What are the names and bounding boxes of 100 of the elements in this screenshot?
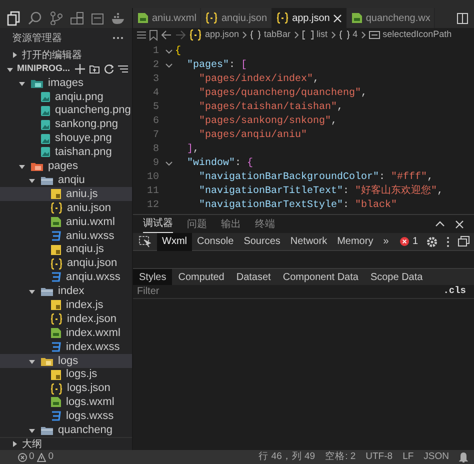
tree-item[interactable]: shouye.png: [0, 132, 132, 146]
add-icon[interactable]: [75, 64, 86, 74]
code-line: "pages/index/index",: [199, 72, 320, 86]
bell-icon[interactable]: [459, 452, 468, 462]
close-icon[interactable]: [332, 14, 342, 22]
panel-tab[interactable]: 输出: [221, 215, 241, 233]
whale-icon[interactable]: [111, 12, 125, 24]
tree-item[interactable]: quancheng: [0, 423, 132, 437]
caret-icon[interactable]: [28, 287, 36, 296]
tree-item[interactable]: aniu.json: [0, 201, 132, 215]
code-line: "pages/sankong/snkong",: [199, 114, 338, 128]
inspect-icon[interactable]: [139, 236, 151, 248]
kebab-icon[interactable]: [446, 236, 450, 248]
warning-count[interactable]: 0: [37, 450, 54, 464]
tree-item[interactable]: aniu.js: [0, 187, 132, 202]
panel-tab[interactable]: 终端: [255, 215, 275, 233]
styles-tab[interactable]: Component Data: [276, 269, 364, 285]
tree-item[interactable]: anqiu: [0, 173, 132, 188]
caret-icon[interactable]: [6, 65, 14, 73]
panel-tab[interactable]: 问题: [187, 215, 207, 233]
caret-icon[interactable]: [10, 440, 18, 448]
code-line: ],: [187, 142, 200, 156]
image-file-icon: [40, 90, 51, 103]
cls-button[interactable]: .cls: [439, 284, 470, 299]
breadcrumb-item[interactable]: app.json: [205, 28, 240, 42]
styles-tab[interactable]: Dataset: [230, 269, 277, 285]
styles-tab[interactable]: Scope Data: [364, 269, 429, 285]
style-file-icon: [50, 410, 62, 422]
files-icon[interactable]: [7, 10, 21, 26]
split-icon[interactable]: [457, 12, 468, 24]
tree-item[interactable]: index.wxss: [0, 340, 132, 354]
tree-item[interactable]: logs.js: [0, 368, 132, 382]
styles-tab[interactable]: Styles: [133, 269, 172, 285]
tree-item[interactable]: index: [0, 284, 132, 298]
fold-icon[interactable]: [165, 62, 173, 68]
status-item[interactable]: 空格: 2: [325, 450, 356, 464]
section-header[interactable]: MINIPROG...: [0, 62, 132, 76]
back-icon[interactable]: [161, 30, 172, 40]
status-item[interactable]: 行 46，列 49: [258, 450, 316, 464]
tree-item[interactable]: anqiu.js: [0, 242, 132, 257]
list-icon[interactable]: [137, 30, 146, 40]
status-item[interactable]: UTF-8: [366, 450, 393, 464]
collapse-icon[interactable]: [118, 64, 128, 74]
more-icon[interactable]: [112, 36, 124, 40]
styles-tab[interactable]: Computed: [172, 269, 230, 285]
tree-item[interactable]: index.js: [0, 298, 132, 312]
tree-item[interactable]: logs: [0, 354, 132, 368]
tree-item[interactable]: aniu.wxss: [0, 228, 132, 243]
close-icon[interactable]: [455, 220, 464, 228]
panel-icon[interactable]: [91, 12, 104, 24]
branch-icon[interactable]: [49, 11, 63, 25]
tree-item[interactable]: images: [0, 76, 132, 90]
sidebar-title: 资源管理器: [12, 32, 62, 46]
tree-item[interactable]: anqiu.json: [0, 256, 132, 270]
tree-item[interactable]: sankong.png: [0, 118, 132, 132]
chevron-up-icon[interactable]: [435, 220, 445, 228]
more-tabs-button[interactable]: »: [378, 232, 394, 250]
folder-icon: [40, 424, 54, 436]
image-file-icon: [40, 132, 51, 144]
tree-item[interactable]: quancheng.png: [0, 104, 132, 118]
breadcrumb-item[interactable]: list: [316, 28, 328, 42]
section-header[interactable]: 打开的编辑器: [0, 48, 132, 62]
fold-icon[interactable]: [165, 160, 173, 166]
tree-item[interactable]: index.json: [0, 312, 132, 326]
new-folder-icon[interactable]: [89, 64, 100, 74]
editor-tab[interactable]: app.json: [272, 8, 347, 28]
tree-item[interactable]: aniu.wxml: [0, 214, 132, 229]
tree-item[interactable]: logs.json: [0, 382, 132, 396]
refresh-icon[interactable]: [104, 64, 114, 74]
breadcrumb-item[interactable]: selectedIconPath: [382, 28, 452, 42]
tree-item[interactable]: pages: [0, 159, 132, 174]
tree-item[interactable]: anqiu.png: [0, 90, 132, 104]
devtools-tab[interactable]: Sources: [238, 232, 286, 250]
devtools-tab[interactable]: Memory: [332, 232, 378, 250]
extensions-icon[interactable]: [70, 12, 84, 24]
caret-icon[interactable]: [18, 162, 26, 170]
breadcrumb-item[interactable]: tabBar: [264, 28, 291, 42]
fold-icon[interactable]: [165, 48, 173, 54]
tree-item[interactable]: logs.wxss: [0, 409, 132, 424]
breadcrumb-item[interactable]: 4: [352, 28, 358, 42]
status-item[interactable]: LF: [402, 450, 414, 464]
filter-field[interactable]: Filter: [137, 284, 440, 299]
devtools-tab[interactable]: Console: [192, 232, 239, 250]
settings-icon[interactable]: [426, 236, 438, 248]
devtools-tab[interactable]: Network: [285, 232, 332, 250]
tree-item[interactable]: anqiu.wxss: [0, 270, 132, 284]
error-count[interactable]: 1: [400, 234, 418, 249]
caret-icon[interactable]: [28, 176, 36, 184]
tree-item[interactable]: taishan.png: [0, 145, 132, 160]
error-count[interactable]: 0: [18, 450, 34, 464]
braces-icon: [50, 258, 63, 270]
caret-icon[interactable]: [10, 51, 18, 59]
devtools-tab[interactable]: Wxml: [157, 232, 192, 250]
tree-item[interactable]: index.wxml: [0, 326, 132, 340]
dock-icon[interactable]: [458, 236, 470, 247]
caret-icon[interactable]: [28, 426, 36, 434]
status-item[interactable]: JSON: [424, 450, 449, 464]
search-icon[interactable]: [28, 11, 42, 25]
tree-item[interactable]: logs.wxml: [0, 395, 132, 410]
bookmark-icon[interactable]: [149, 30, 158, 40]
